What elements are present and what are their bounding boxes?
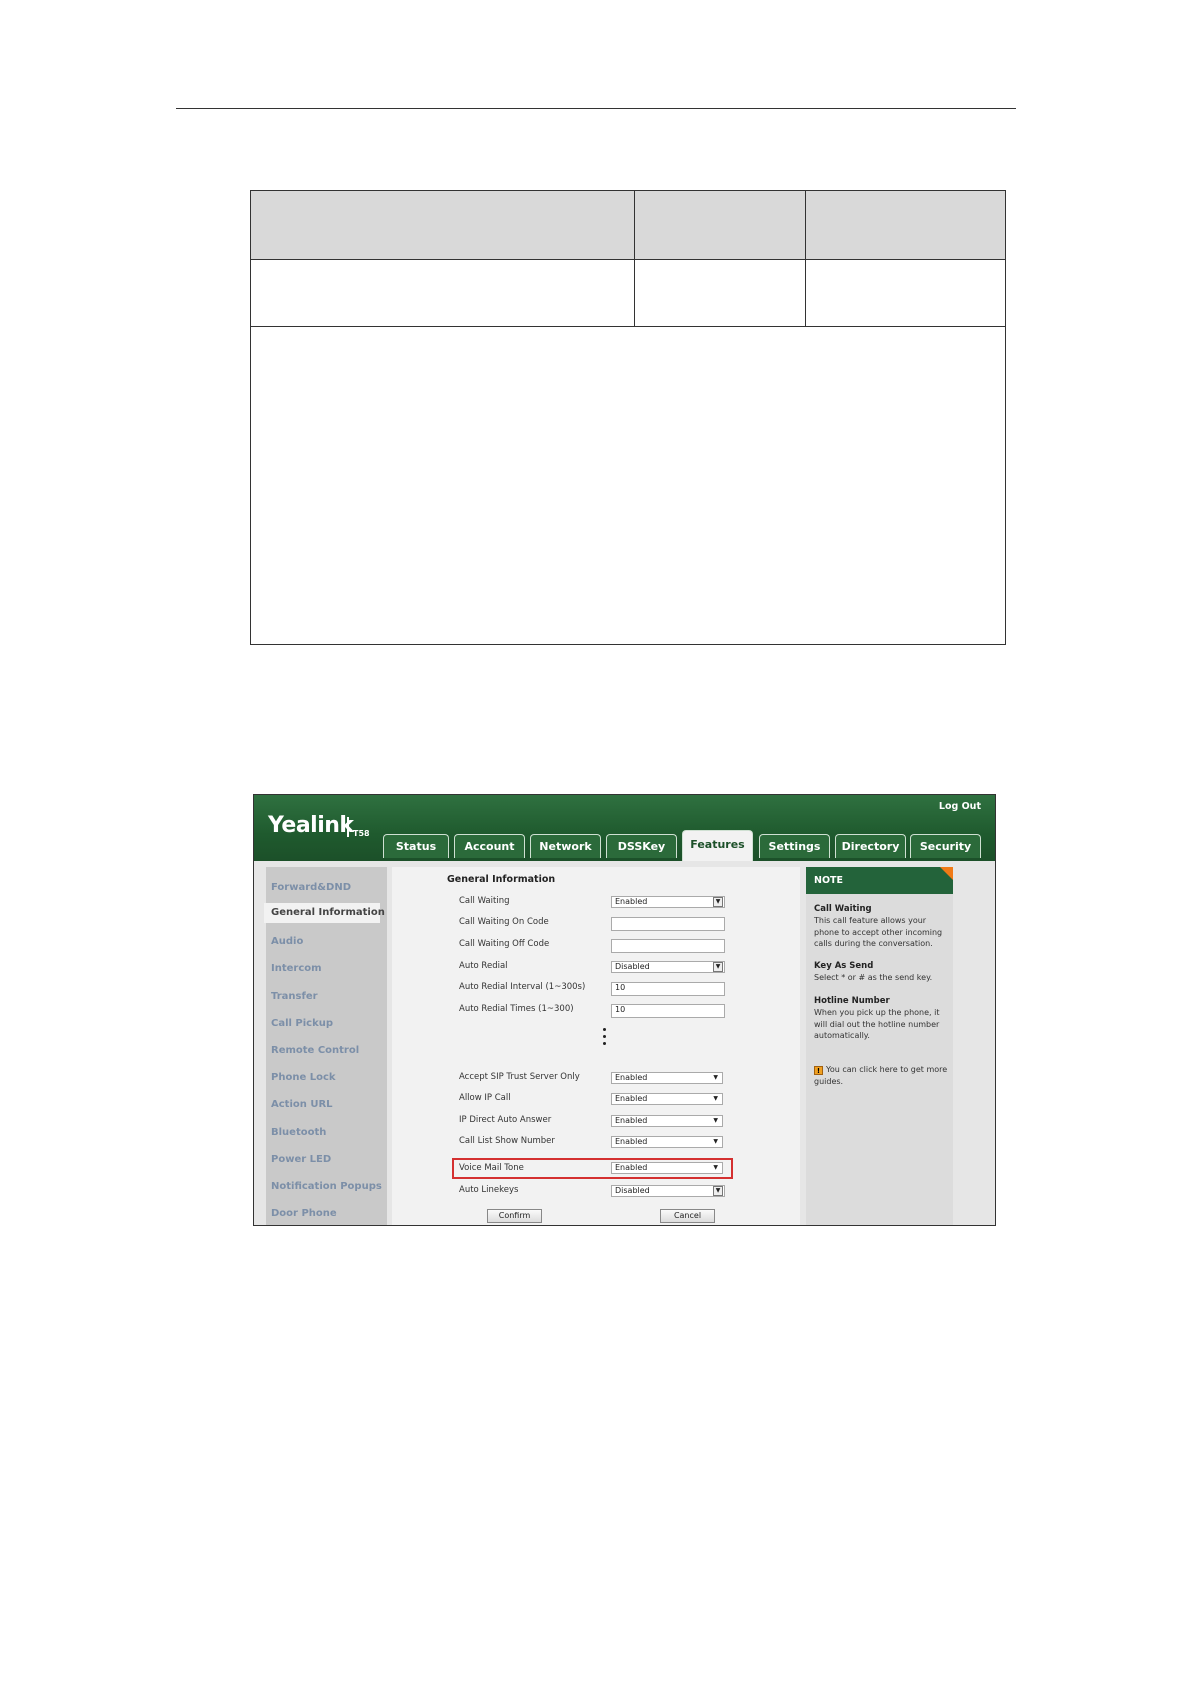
table-row xyxy=(250,259,1006,327)
tab-network[interactable]: Network xyxy=(530,834,601,858)
sidebar-item-transfer[interactable]: Transfer xyxy=(271,991,318,1002)
field-label: Auto Redial xyxy=(459,961,508,971)
select-value: Enabled xyxy=(615,1116,648,1125)
guide-link[interactable]: ! You can click here to get more guides. xyxy=(814,1064,949,1087)
sidebar-item-bluetooth[interactable]: Bluetooth xyxy=(271,1127,326,1138)
table-header-cell xyxy=(250,190,635,260)
auto-redial-interval-input[interactable]: 10 xyxy=(611,982,725,996)
sidebar-item-power-led[interactable]: Power LED xyxy=(271,1154,331,1165)
sidebar-item-action-url[interactable]: Action URL xyxy=(271,1099,333,1110)
table-description-cell xyxy=(250,326,1006,645)
call-list-show-number-select[interactable]: Enabled ▼ xyxy=(611,1136,723,1148)
chevron-down-icon: ▼ xyxy=(713,962,723,972)
guide-icon: ! xyxy=(814,1066,823,1075)
select-value: Enabled xyxy=(615,1073,648,1082)
field-label: Call Waiting On Code xyxy=(459,917,549,927)
call-waiting-off-code-input[interactable] xyxy=(611,939,725,953)
ellipsis-icon xyxy=(603,1028,607,1049)
select-value: Disabled xyxy=(615,1186,650,1195)
note-title: Call Waiting xyxy=(814,904,872,914)
auto-linekeys-select[interactable]: Disabled ▼ xyxy=(611,1185,725,1197)
select-value: Enabled xyxy=(615,897,648,906)
table-description-row xyxy=(250,326,1006,645)
parameter-table xyxy=(250,190,1006,645)
logout-link[interactable]: Log Out xyxy=(939,801,981,812)
tab-dsskey[interactable]: DSSKey xyxy=(606,834,677,858)
note-corner-icon xyxy=(940,867,953,880)
web-ui-screenshot: Log Out Yealink T58 Status Account Netwo… xyxy=(253,794,996,1226)
field-label: Call Waiting xyxy=(459,896,510,906)
accept-sip-trust-server-select[interactable]: Enabled ▼ xyxy=(611,1072,723,1084)
sidebar-item-audio[interactable]: Audio xyxy=(271,936,303,947)
model-label: T58 xyxy=(353,829,370,838)
auto-redial-select[interactable]: Disabled ▼ xyxy=(611,961,725,973)
tab-security[interactable]: Security xyxy=(910,834,981,858)
field-label: Call List Show Number xyxy=(459,1136,555,1146)
allow-ip-call-select[interactable]: Enabled ▼ xyxy=(611,1093,723,1105)
ip-direct-auto-answer-select[interactable]: Enabled ▼ xyxy=(611,1115,723,1127)
caret-down-icon: ▼ xyxy=(713,1095,718,1102)
section-title: General Information xyxy=(447,874,556,885)
sidebar-item-intercom[interactable]: Intercom xyxy=(271,963,322,974)
table-header-cell xyxy=(805,190,1006,260)
note-title: Hotline Number xyxy=(814,996,890,1006)
caret-down-icon: ▼ xyxy=(713,1074,718,1081)
note-text: When you pick up the phone, it will dial… xyxy=(814,1008,940,1040)
header-rule xyxy=(176,108,1016,109)
sidebar-item-phone-lock[interactable]: Phone Lock xyxy=(271,1072,336,1083)
note-title: Key As Send xyxy=(814,961,874,971)
table-header-cell xyxy=(634,190,806,260)
voice-mail-tone-highlight xyxy=(452,1158,733,1179)
guide-text: You can click here to get more guides. xyxy=(814,1065,948,1086)
field-label: IP Direct Auto Answer xyxy=(459,1115,552,1125)
note-text: Select * or # as the send key. xyxy=(814,973,933,982)
confirm-button[interactable]: Confirm xyxy=(487,1209,542,1223)
sidebar-item-notification-popups[interactable]: Notification Popups xyxy=(271,1181,382,1192)
field-label: Accept SIP Trust Server Only xyxy=(459,1072,580,1082)
note-text: This call feature allows your phone to a… xyxy=(814,916,943,948)
cancel-button[interactable]: Cancel xyxy=(660,1209,715,1223)
table-cell xyxy=(250,259,635,327)
tab-account[interactable]: Account xyxy=(454,834,525,858)
sidebar-item-general-information[interactable]: General Information xyxy=(264,903,385,923)
select-value: Disabled xyxy=(615,962,650,971)
sidebar-item-forward-dnd[interactable]: Forward&DND xyxy=(271,882,351,893)
tab-features[interactable]: Features xyxy=(682,830,753,861)
table-cell xyxy=(634,259,806,327)
auto-redial-times-input[interactable]: 10 xyxy=(611,1004,725,1018)
caret-down-icon: ▼ xyxy=(713,1117,718,1124)
table-cell xyxy=(805,259,1006,327)
tab-directory[interactable]: Directory xyxy=(835,834,906,858)
sidebar-item-call-pickup[interactable]: Call Pickup xyxy=(271,1018,333,1029)
select-value: Enabled xyxy=(615,1094,648,1103)
logo-separator xyxy=(347,817,349,837)
brand-logo: Yealink xyxy=(268,813,354,838)
call-waiting-select[interactable]: Enabled ▼ xyxy=(611,896,725,908)
note-heading: NOTE xyxy=(806,867,953,894)
tab-settings[interactable]: Settings xyxy=(759,834,830,858)
tab-status[interactable]: Status xyxy=(383,834,449,858)
call-waiting-on-code-input[interactable] xyxy=(611,917,725,931)
chevron-down-icon: ▼ xyxy=(713,897,723,907)
field-label: Auto Redial Times (1~300) xyxy=(459,1004,574,1014)
sidebar-item-remote-control[interactable]: Remote Control xyxy=(271,1045,359,1056)
field-label: Call Waiting Off Code xyxy=(459,939,550,949)
chevron-down-icon: ▼ xyxy=(713,1186,723,1196)
caret-down-icon: ▼ xyxy=(713,1138,718,1145)
field-label: Allow IP Call xyxy=(459,1093,511,1103)
table-header-row xyxy=(250,190,1006,260)
field-label: Auto Redial Interval (1~300s) xyxy=(459,982,586,992)
field-label: Auto Linekeys xyxy=(459,1185,519,1195)
sidebar-item-door-phone[interactable]: Door Phone xyxy=(271,1208,337,1219)
select-value: Enabled xyxy=(615,1137,648,1146)
